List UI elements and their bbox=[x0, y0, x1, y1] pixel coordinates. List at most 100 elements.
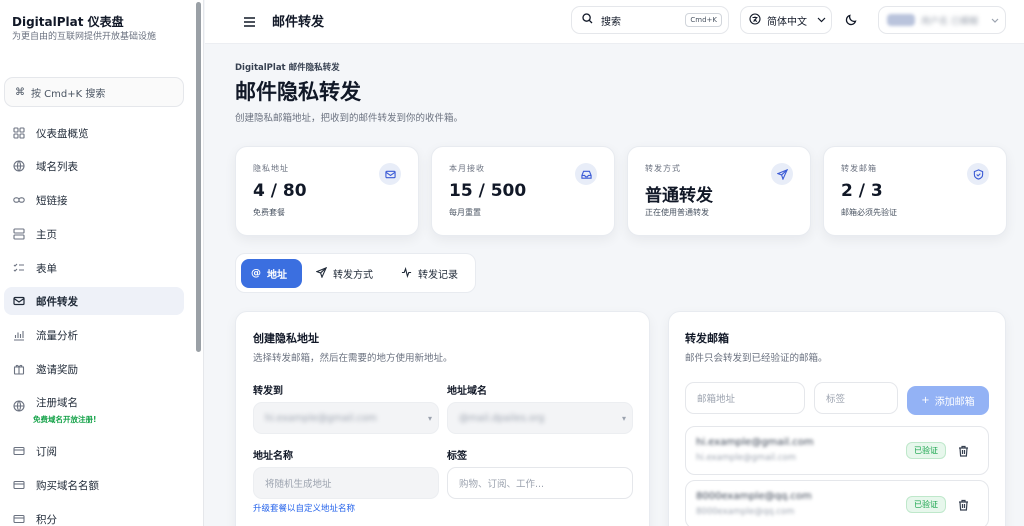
sidebar-item-email-forwarding[interactable]: 邮件转发 bbox=[4, 287, 184, 315]
forward-emails-card: 转发邮箱 邮件只会转发到已经验证的邮箱。 邮箱地址 标签 + 添加邮箱 hi.e… bbox=[668, 311, 1006, 526]
sidebar: DigitalPlat 仪表盘 为更自由的互联网提供开放基础设施 ⌘ 按 Cmd… bbox=[0, 0, 204, 526]
card-description: 选择转发邮箱，然后在需要的地方使用新地址。 bbox=[253, 353, 453, 364]
stat-label: 本月接收 bbox=[449, 164, 485, 173]
grid-icon bbox=[12, 126, 26, 140]
menu-icon[interactable] bbox=[243, 13, 256, 32]
sidebar-item-label: 邮件转发 bbox=[36, 295, 78, 308]
stat-value: 4 / 80 bbox=[253, 181, 307, 201]
sidebar-search[interactable]: ⌘ 按 Cmd+K 搜索 bbox=[4, 77, 184, 107]
header-search[interactable]: 搜索 Cmd+K bbox=[571, 6, 729, 34]
card-description: 邮件只会转发到已经验证的邮箱。 bbox=[685, 353, 828, 364]
sidebar-item-label: 表单 bbox=[36, 262, 57, 275]
address-name-placeholder: 将随机生成地址 bbox=[265, 479, 332, 490]
stat-subtext: 免费套餐 bbox=[253, 208, 285, 217]
sidebar-item-label: 主页 bbox=[36, 228, 57, 241]
stat-card-method: 转发方式 普通转发 正在使用普通转发 bbox=[627, 146, 811, 236]
command-icon: ⌘ bbox=[15, 86, 25, 98]
trash-icon[interactable] bbox=[958, 442, 969, 461]
language-icon bbox=[749, 12, 761, 28]
status-badge: 已验证 bbox=[906, 442, 946, 459]
address-name-input[interactable]: 将随机生成地址 bbox=[253, 467, 439, 499]
email-address: hi.example@gmail.com bbox=[696, 437, 814, 448]
search-shortcut: Cmd+K bbox=[685, 13, 722, 27]
forward-to-value: hi.example@gmail.com bbox=[265, 412, 377, 424]
sidebar-item-homepage[interactable]: 主页 bbox=[4, 220, 184, 248]
chevron-down-icon bbox=[991, 17, 999, 27]
add-email-button[interactable]: + 添加邮箱 bbox=[907, 386, 989, 415]
sidebar-item-label: 积分 bbox=[36, 513, 57, 526]
user-menu[interactable]: 用户名 已模糊 bbox=[878, 6, 1006, 34]
status-badge: 已验证 bbox=[906, 496, 946, 513]
list-item: hi.example@gmail.com hi.example@gmail.co… bbox=[685, 426, 989, 475]
header-search-label: 搜索 bbox=[601, 16, 621, 28]
tag-placeholder: 购物、订阅、工作... bbox=[459, 479, 545, 490]
brand-subtitle: 为更自由的互联网提供开放基础设施 bbox=[12, 32, 157, 42]
add-email-label: 添加邮箱 bbox=[934, 397, 975, 408]
stat-value: 2 / 3 bbox=[841, 181, 883, 201]
sidebar-item-forms[interactable]: 表单 bbox=[4, 254, 184, 282]
sidebar-scrollbar[interactable] bbox=[196, 2, 201, 352]
send-icon bbox=[771, 163, 793, 185]
layout-icon bbox=[12, 227, 26, 241]
sidebar-item-domains[interactable]: 域名列表 bbox=[4, 152, 184, 180]
tab-forward-method[interactable]: 转发方式 bbox=[306, 259, 383, 288]
inbox-icon bbox=[575, 163, 597, 185]
stat-value: 普通转发 bbox=[645, 186, 713, 206]
tab-addresses[interactable]: @ 地址 bbox=[241, 259, 302, 288]
sidebar-item-label: 短链接 bbox=[36, 194, 68, 207]
domain-select[interactable]: @mail.dpailes.org ▾ bbox=[447, 402, 633, 434]
sidebar-item-analytics[interactable]: 流量分析 bbox=[4, 321, 184, 349]
tab-label: 转发记录 bbox=[418, 270, 458, 281]
sidebar-item-short-links[interactable]: 短链接 bbox=[4, 186, 184, 214]
gift-icon bbox=[12, 362, 26, 376]
tag-input[interactable]: 购物、订阅、工作... bbox=[447, 467, 633, 499]
list-check-icon bbox=[12, 261, 26, 275]
sidebar-item-subscription[interactable]: 订阅 bbox=[4, 437, 184, 465]
stat-label: 转发邮箱 bbox=[841, 164, 877, 173]
mail-icon bbox=[12, 294, 26, 308]
upgrade-link[interactable]: 升级套餐以自定义地址名称 bbox=[253, 502, 355, 514]
sidebar-item-buy-quota[interactable]: 购买域名名额 bbox=[4, 471, 184, 499]
language-selector[interactable]: 简体中文 bbox=[740, 6, 832, 34]
email-subtext: 8000example@qq.com bbox=[696, 507, 795, 517]
email-tag-placeholder: 标签 bbox=[826, 394, 846, 405]
link-icon bbox=[12, 193, 26, 207]
moon-icon[interactable] bbox=[845, 11, 858, 30]
register-domain-badge: 免费域名开放注册! bbox=[33, 415, 97, 424]
card-icon bbox=[12, 478, 26, 492]
chevron-down-icon bbox=[817, 15, 826, 26]
email-subtext: hi.example@gmail.com bbox=[696, 453, 796, 463]
stat-subtext: 邮箱必须先验证 bbox=[841, 208, 897, 217]
sidebar-item-dashboard[interactable]: 仪表盘概览 bbox=[4, 119, 184, 147]
domain-value: @mail.dpailes.org bbox=[459, 412, 545, 424]
sidebar-item-label: 订阅 bbox=[36, 445, 57, 458]
email-placeholder: 邮箱地址 bbox=[697, 394, 736, 405]
forward-to-label: 转发到 bbox=[253, 386, 283, 397]
sidebar-item-referral[interactable]: 邀请奖励 bbox=[4, 355, 184, 383]
create-address-card: 创建隐私地址 选择转发邮箱，然后在需要的地方使用新地址。 转发到 hi.exam… bbox=[235, 311, 650, 526]
sidebar-item-label: 购买域名名额 bbox=[36, 479, 99, 492]
view-tabs: @ 地址 转发方式 转发记录 bbox=[235, 253, 476, 293]
sidebar-item-credits[interactable]: 积分 bbox=[4, 505, 184, 526]
forward-to-select[interactable]: hi.example@gmail.com ▾ bbox=[253, 402, 439, 434]
card-icon bbox=[12, 444, 26, 458]
trash-icon[interactable] bbox=[958, 496, 969, 515]
at-icon: @ bbox=[251, 268, 261, 279]
list-item: 8000example@qq.com 8000example@qq.com 已验… bbox=[685, 480, 989, 526]
email-address: 8000example@qq.com bbox=[696, 491, 812, 502]
email-tag-input[interactable]: 标签 bbox=[814, 382, 898, 414]
stat-label: 转发方式 bbox=[645, 164, 681, 173]
sidebar-item-label: 邀请奖励 bbox=[36, 363, 78, 376]
search-icon bbox=[582, 13, 593, 27]
activity-icon bbox=[401, 266, 412, 281]
sidebar-item-label: 仪表盘概览 bbox=[36, 127, 89, 140]
stat-subtext: 每月重置 bbox=[449, 208, 481, 217]
globe-icon bbox=[12, 159, 26, 173]
stat-value: 15 / 500 bbox=[449, 181, 527, 201]
email-address-input[interactable]: 邮箱地址 bbox=[685, 382, 805, 414]
card-title: 创建隐私地址 bbox=[253, 332, 319, 345]
tab-forward-log[interactable]: 转发记录 bbox=[391, 259, 468, 288]
sidebar-item-label: 流量分析 bbox=[36, 329, 78, 342]
stat-subtext: 正在使用普通转发 bbox=[645, 208, 709, 217]
shield-icon bbox=[967, 163, 989, 185]
